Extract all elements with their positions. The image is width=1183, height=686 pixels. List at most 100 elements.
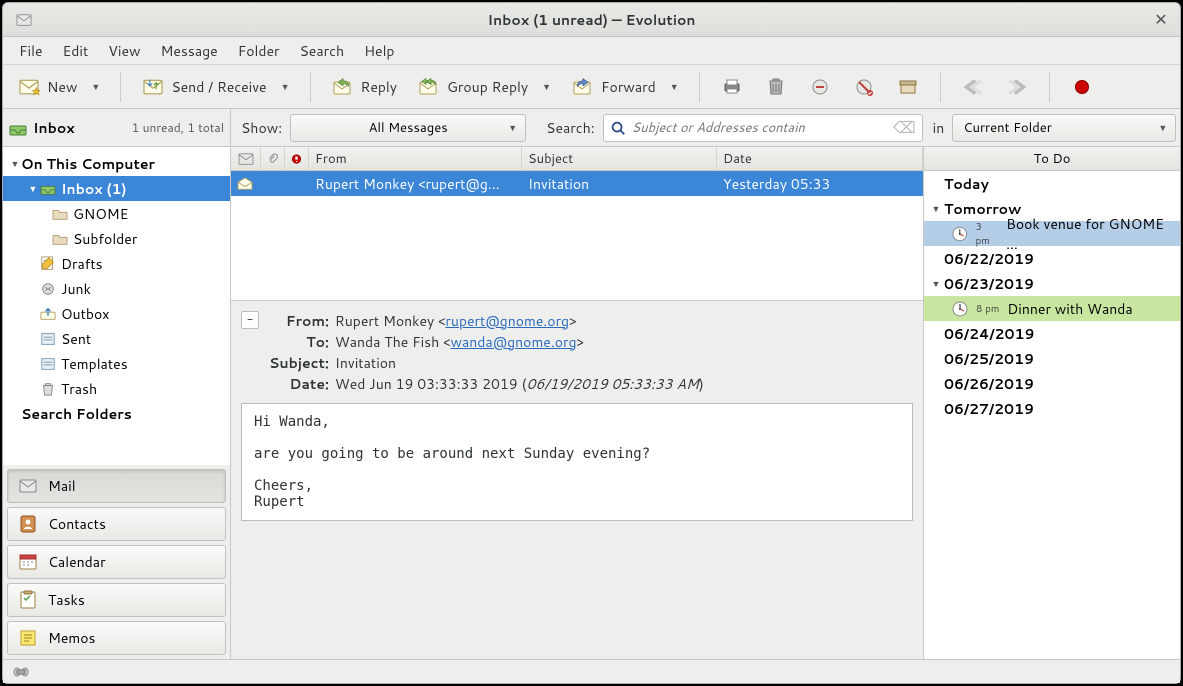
menu-folder[interactable]: Folder: [228, 37, 290, 65]
mark-junk-button[interactable]: [800, 72, 840, 102]
search-input[interactable]: [632, 119, 887, 137]
tree-templates[interactable]: Templates: [3, 351, 230, 376]
hdr-date: Wed Jun 19 03:33:33 2019 (06/19/2019 05:…: [335, 374, 704, 395]
archive-icon: [896, 76, 920, 98]
todo-event[interactable]: 8 pmDinner with Wanda: [924, 296, 1180, 321]
show-label: Show:: [241, 118, 282, 138]
mail-icon: [18, 478, 38, 494]
templates-icon: [39, 356, 57, 372]
switch-memos[interactable]: Memos: [7, 621, 226, 655]
menu-file[interactable]: File: [9, 37, 53, 65]
send-receive-button[interactable]: Send / Receive ▼: [133, 72, 297, 102]
arrow-right-icon: [1005, 76, 1029, 98]
inbox-icon: [39, 181, 57, 197]
nav-forward-button[interactable]: [997, 72, 1037, 102]
clear-search-icon[interactable]: ⌫: [893, 116, 916, 139]
stop-icon: [1070, 76, 1094, 98]
tree-search-folders[interactable]: Search Folders: [3, 401, 230, 426]
close-button[interactable]: ✕: [1152, 11, 1170, 29]
folder-tree: ▼On This Computer ▼Inbox (1) GNOME Subfo…: [3, 147, 230, 465]
switcher-status: 1 unread, 1 total: [132, 119, 224, 136]
folder-icon: [51, 206, 69, 222]
archive-button[interactable]: [888, 72, 928, 102]
forward-button[interactable]: Forward ▼: [563, 72, 687, 102]
expander-icon: ▼: [9, 157, 21, 170]
sidebar: ▼On This Computer ▼Inbox (1) GNOME Subfo…: [3, 147, 231, 659]
folder-icon: [51, 231, 69, 247]
send-receive-icon: [141, 76, 165, 98]
envelope-open-icon: [237, 177, 253, 191]
todo-date[interactable]: 06/25/2019: [924, 346, 1180, 371]
switch-calendar[interactable]: Calendar: [7, 545, 226, 579]
tree-trash[interactable]: Trash: [3, 376, 230, 401]
from-email-link[interactable]: rupert@gnome.org: [445, 311, 569, 331]
col-status-icon[interactable]: [231, 147, 261, 171]
trash-icon: [39, 381, 57, 397]
col-date[interactable]: Date: [717, 147, 923, 171]
todo-today[interactable]: Today: [924, 171, 1180, 196]
tree-drafts[interactable]: Drafts: [3, 251, 230, 276]
menubar: File Edit View Message Folder Search Hel…: [3, 37, 1180, 65]
toolbar: New ▼ Send / Receive ▼ Reply Group Reply…: [3, 65, 1180, 109]
clock-icon: [952, 301, 968, 317]
menu-message[interactable]: Message: [151, 37, 228, 65]
print-button[interactable]: [712, 72, 752, 102]
junk-icon: [808, 76, 832, 98]
group-reply-button[interactable]: Group Reply ▼: [409, 72, 559, 102]
todo-date[interactable]: 06/24/2019: [924, 321, 1180, 346]
switch-tasks[interactable]: Tasks: [7, 583, 226, 617]
junk-icon: [39, 281, 57, 297]
switcher-buttons: Mail Contacts Calendar Tasks Memos: [3, 465, 230, 659]
to-email-link[interactable]: wanda@gnome.org: [450, 332, 576, 352]
tree-subfolder[interactable]: Subfolder: [3, 226, 230, 251]
col-from[interactable]: From: [309, 147, 522, 171]
todo-date[interactable]: ▼06/23/2019: [924, 271, 1180, 296]
menu-help[interactable]: Help: [354, 37, 404, 65]
menu-search[interactable]: Search: [290, 37, 355, 65]
tree-outbox[interactable]: Outbox: [3, 301, 230, 326]
stop-button[interactable]: [1062, 72, 1102, 102]
notjunk-icon: [852, 76, 876, 98]
menu-view[interactable]: View: [98, 37, 150, 65]
switch-contacts[interactable]: Contacts: [7, 507, 226, 541]
tree-account[interactable]: ▼On This Computer: [3, 151, 230, 176]
delete-button[interactable]: [756, 72, 796, 102]
message-list: Rupert Monkey <rupert@g... Invitation Ye…: [231, 171, 923, 301]
inbox-icon: [9, 121, 27, 135]
tasks-icon: [18, 590, 38, 610]
collapse-headers-button[interactable]: −: [241, 311, 259, 329]
online-toggle-icon[interactable]: [11, 666, 31, 678]
col-flag-icon[interactable]: [285, 147, 309, 171]
tree-sent[interactable]: Sent: [3, 326, 230, 351]
todo-event[interactable]: 3 pmBook venue for GNOME ...: [924, 221, 1180, 246]
arrow-left-icon: [961, 76, 985, 98]
expander-icon: ▼: [27, 182, 39, 195]
tree-junk[interactable]: Junk: [3, 276, 230, 301]
tree-inbox[interactable]: ▼Inbox (1): [3, 176, 230, 201]
search-field[interactable]: ⌫: [603, 114, 923, 142]
todo-date[interactable]: 06/26/2019: [924, 371, 1180, 396]
new-button[interactable]: New ▼: [9, 72, 108, 102]
col-subject[interactable]: Subject: [522, 147, 717, 171]
switch-mail[interactable]: Mail: [7, 469, 226, 503]
todo-date[interactable]: 06/27/2019: [924, 396, 1180, 421]
switcher-title: Inbox: [33, 118, 75, 138]
titlebar: Inbox (1 unread) — Evolution ✕: [3, 3, 1180, 37]
filter-bar: Inbox 1 unread, 1 total Show: All Messag…: [3, 109, 1180, 147]
new-mail-icon: [17, 76, 41, 98]
window-title: Inbox (1 unread) — Evolution: [3, 10, 1180, 30]
expander-icon: ▼: [930, 277, 942, 290]
tree-gnome[interactable]: GNOME: [3, 201, 230, 226]
message-list-header: From Subject Date: [231, 147, 923, 171]
nav-back-button[interactable]: [953, 72, 993, 102]
menu-edit[interactable]: Edit: [53, 37, 99, 65]
message-pane: From Subject Date Rupert Monkey <rupert@…: [231, 147, 924, 659]
reply-button[interactable]: Reply: [323, 72, 406, 102]
mark-notjunk-button[interactable]: [844, 72, 884, 102]
show-combo[interactable]: All Messages▼: [290, 114, 526, 142]
message-row[interactable]: Rupert Monkey <rupert@g... Invitation Ye…: [231, 171, 923, 196]
col-attachment-icon[interactable]: [261, 147, 285, 171]
trash-icon: [764, 76, 788, 98]
reply-icon: [331, 76, 355, 98]
scope-combo[interactable]: Current Folder▼: [952, 114, 1176, 142]
